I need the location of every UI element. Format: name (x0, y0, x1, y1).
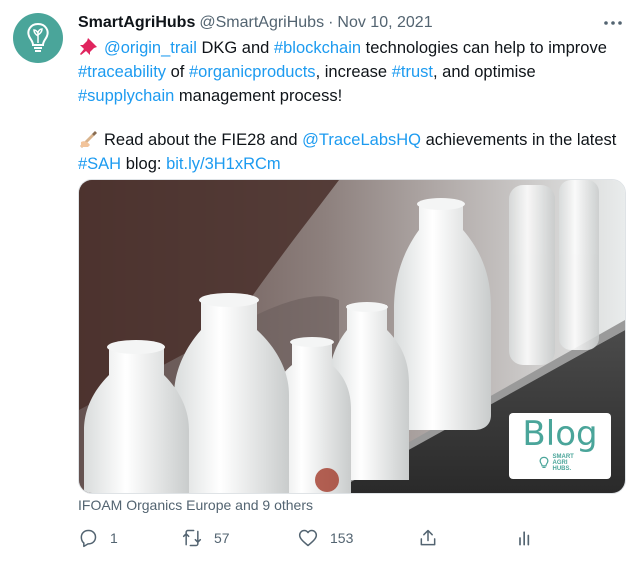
hashtag-trust[interactable]: #trust (392, 63, 433, 81)
retweet-count: 57 (214, 530, 230, 546)
text-segment: , and optimise (432, 63, 536, 81)
text-segment: technologies can help to improve (361, 39, 607, 57)
tweet-text: @origin_trail DKG and #blockchain techno… (78, 36, 628, 176)
pushpin-icon (80, 38, 97, 55)
more-button[interactable] (600, 14, 626, 32)
more-icon (604, 21, 622, 25)
mention-tracelabshq[interactable]: @TraceLabsHQ (302, 131, 421, 149)
tweet-media-image[interactable]: Blog SMART AGRI HUBS. (78, 179, 626, 494)
tweet-actions: 1 57 153 (78, 526, 640, 550)
analytics-icon (519, 531, 530, 546)
hashtag-traceability[interactable]: #traceability (78, 63, 166, 81)
text-segment: of (166, 63, 189, 81)
retweet-icon (182, 529, 202, 547)
blog-badge: Blog SMART AGRI HUBS. (509, 413, 611, 479)
avatar[interactable] (13, 13, 63, 63)
reply-icon (80, 529, 97, 548)
tweet-date[interactable]: Nov 10, 2021 (337, 14, 432, 32)
mention-origin-trail[interactable]: @origin_trail (104, 39, 197, 57)
analytics-button[interactable] (515, 526, 535, 550)
text-line-4: Read about the FIE28 and @TraceLabsHQ ac… (78, 128, 628, 152)
author-handle[interactable]: @SmartAgriHubs (199, 14, 324, 32)
hashtag-supplychain[interactable]: #supplychain (78, 87, 174, 105)
blog-badge-brand-text: SMART AGRI HUBS. (552, 454, 574, 472)
like-count: 153 (330, 530, 354, 546)
author-name[interactable]: SmartAgriHubs (78, 14, 195, 32)
lightbulb-sprout-icon (539, 456, 548, 468)
text-line-1: @origin_trail DKG and #blockchain techno… (78, 36, 628, 60)
lightbulb-sprout-icon (27, 22, 49, 52)
like-button[interactable]: 153 (298, 526, 353, 550)
text-segment: management process! (174, 87, 343, 105)
text-segment: DKG and (196, 39, 274, 57)
text-line-2: #traceability of #organicproducts, incre… (78, 60, 628, 84)
separator: · (328, 14, 334, 31)
text-segment: blog: (121, 155, 167, 173)
share-icon (420, 529, 436, 546)
text-segment: achievements in the latest (421, 131, 617, 149)
tagged-users[interactable]: IFOAM Organics Europe and 9 others (78, 497, 313, 513)
retweet-button[interactable]: 57 (182, 526, 230, 550)
text-line-3: #supplychain management process! (78, 84, 628, 108)
text-segment: , increase (315, 63, 392, 81)
hashtag-blockchain[interactable]: #blockchain (274, 39, 361, 57)
reply-button[interactable]: 1 (78, 526, 118, 550)
writing-hand-icon (80, 131, 97, 148)
hashtag-sah[interactable]: #SAH (78, 155, 121, 173)
share-button[interactable] (418, 526, 438, 550)
hashtag-organicproducts[interactable]: #organicproducts (189, 63, 316, 81)
like-icon (298, 529, 318, 547)
blog-badge-brand: SMART AGRI HUBS. (538, 454, 583, 472)
tweet-header: SmartAgriHubs @SmartAgriHubs · Nov 10, 2… (78, 12, 626, 34)
blog-link[interactable]: bit.ly/3H1xRCm (166, 155, 281, 173)
blog-badge-title: Blog (522, 414, 598, 454)
text-segment: Read about the FIE28 and (104, 131, 303, 149)
reply-count: 1 (110, 530, 118, 546)
text-line-5: #SAH blog: bit.ly/3H1xRCm (78, 152, 628, 176)
